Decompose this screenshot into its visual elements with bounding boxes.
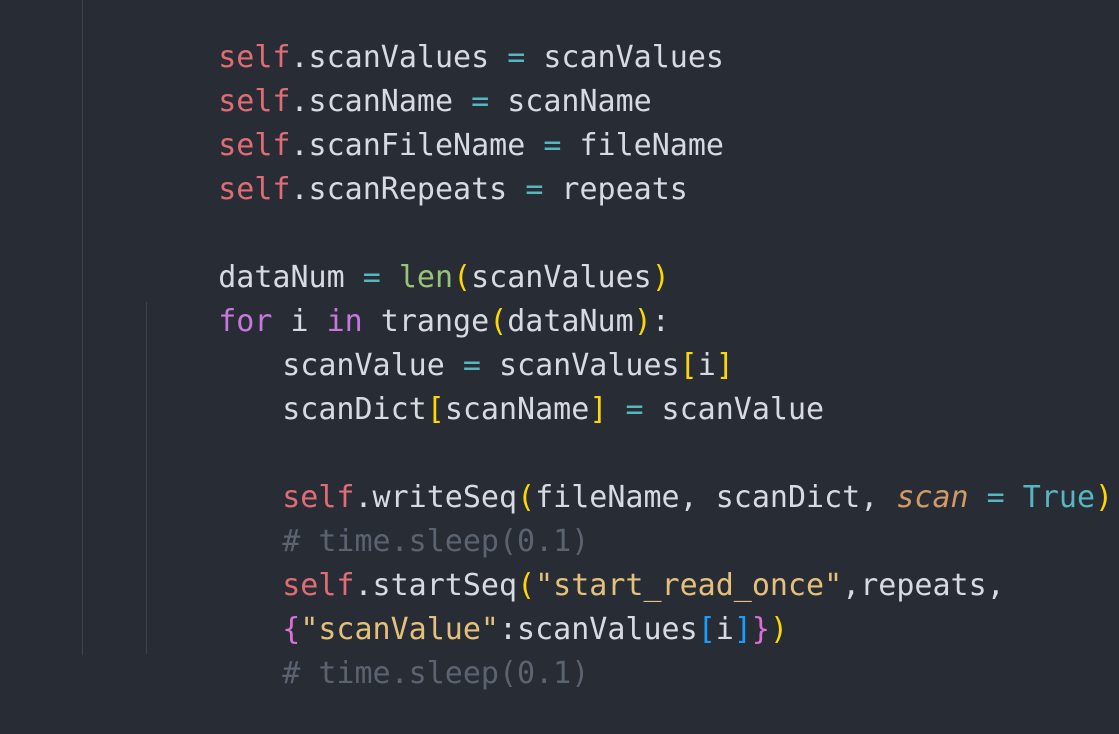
bracket: ] xyxy=(589,392,608,427)
code-line-2[interactable]: self.scanName = scanName xyxy=(146,42,652,119)
code-text: fileName, scanDict, xyxy=(535,480,897,515)
code-line-11[interactable]: self.startSeq("start_read_once",repeats, xyxy=(210,526,1004,603)
bracket: ] xyxy=(733,612,752,647)
code-text: i xyxy=(715,612,734,647)
code-line-8[interactable]: scanDict[scanName] = scanValue xyxy=(210,350,824,427)
bracket: [ xyxy=(697,612,716,647)
bracket: } xyxy=(751,612,770,647)
code-line-13[interactable]: # time.sleep(0.1) xyxy=(210,614,589,691)
code-line-10[interactable]: # time.sleep(0.1) xyxy=(210,482,589,559)
code-text: repeats xyxy=(543,172,688,207)
code-line-9[interactable]: self.writeSeq(fileName, scanDict, scan =… xyxy=(210,438,1113,515)
code-line-12[interactable]: {"scanValue":scanValues[i]}) xyxy=(210,570,788,647)
operator: = xyxy=(625,392,644,427)
code-text: scanName xyxy=(444,392,590,427)
constant: True xyxy=(1022,480,1096,515)
code-line-4[interactable]: self.scanRepeats = repeats xyxy=(146,130,688,207)
code-line-1[interactable]: self.scanValues = scanValues xyxy=(146,0,724,75)
code-text: scanValue xyxy=(643,392,825,427)
keyword-argument: scan xyxy=(896,480,969,515)
code-text: ,repeats, xyxy=(842,568,1005,603)
code-text: .scanRepeats xyxy=(290,172,526,207)
code-editor[interactable]: self.scanValues = scanValues self.scanNa… xyxy=(0,0,1119,691)
code-line-5[interactable]: dataNum = len(scanValues) xyxy=(146,218,670,295)
code-line-6[interactable]: for i in trange(dataNum): xyxy=(146,262,670,339)
code-line-7[interactable]: scanValue = scanValues[i] xyxy=(210,306,734,383)
code-line-3[interactable]: self.scanFileName = fileName xyxy=(146,86,724,163)
self-keyword: self xyxy=(218,172,291,207)
operator: = xyxy=(525,172,544,207)
code-text: scanDict xyxy=(282,392,427,427)
bracket: ) xyxy=(1095,480,1114,515)
indent-guide-outer xyxy=(82,0,83,655)
operator: = xyxy=(986,480,1005,515)
bracket: [ xyxy=(426,392,445,427)
comment: # time.sleep(0.1) xyxy=(282,656,590,691)
bracket: ) xyxy=(769,612,788,647)
